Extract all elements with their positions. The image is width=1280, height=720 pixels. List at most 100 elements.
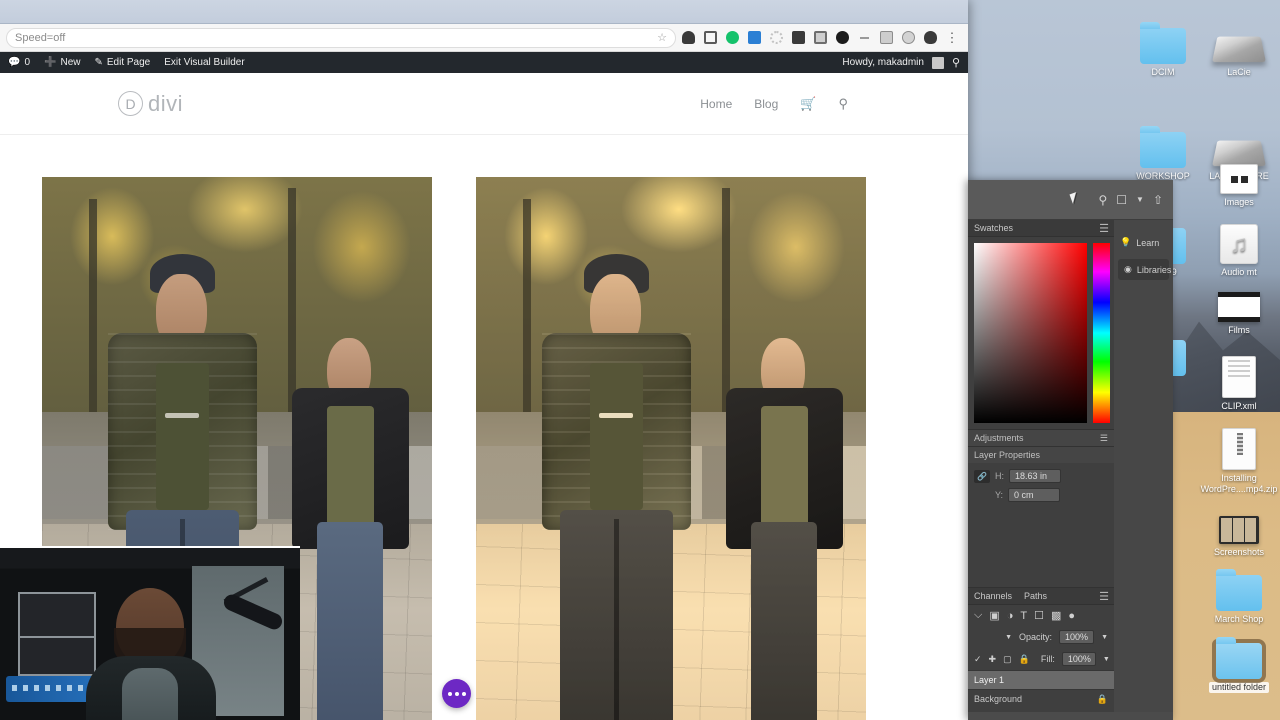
fill-row: ✓ ✚ ▢ 🔒 Fill: 100% ▼ — [968, 648, 1114, 670]
toggle-filters-icon[interactable]: ⌵ — [974, 609, 982, 622]
desktop-icon-audio[interactable]: ♫ Audio mt — [1189, 218, 1280, 278]
panel-menu-icon[interactable]: ☰ — [1100, 433, 1108, 444]
desktop-icon-films[interactable]: Films — [1189, 276, 1280, 336]
dark-circle-icon[interactable] — [832, 28, 852, 48]
lock-paint-icon[interactable]: ✚ — [989, 654, 997, 665]
desktop-icon-clip-xml[interactable]: CLIP.xml — [1189, 352, 1280, 412]
search-icon[interactable]: ⚲ — [1098, 193, 1107, 207]
grammarly-icon[interactable] — [722, 28, 742, 48]
wordpress-admin-bar: 💬 0 ➕ New ✎ Edit Page Exit Visual Builde… — [0, 52, 968, 73]
shape-icon[interactable]: ☐ — [1034, 609, 1044, 622]
pixel-icon[interactable]: ▣ — [989, 609, 999, 622]
opacity-chevron-icon[interactable]: ▼ — [1101, 634, 1108, 641]
profile-icon[interactable] — [920, 28, 940, 48]
rail-item-libraries[interactable]: ◉ Libraries — [1118, 259, 1171, 280]
screenshot-icon[interactable] — [700, 28, 720, 48]
workspace-icon[interactable]: ☐ — [1116, 193, 1127, 207]
height-input[interactable]: 18.63 in — [1009, 469, 1061, 483]
height-label: H: — [995, 471, 1004, 481]
music-icon: ♫ — [1189, 218, 1280, 264]
admin-bar-edit-page[interactable]: ✎ Edit Page — [94, 57, 150, 68]
fill-value[interactable]: 100% — [1061, 652, 1096, 666]
table-row[interactable]: Background 🔒 — [968, 689, 1114, 708]
shopping-cart-icon[interactable]: 🛒 — [800, 96, 816, 112]
desktop-icon-label: DCIM — [1151, 67, 1175, 77]
dot-icon — [454, 691, 459, 696]
tab-paths[interactable]: Paths — [1024, 591, 1047, 601]
color-picker[interactable] — [968, 237, 1114, 429]
dot-icon — [447, 691, 452, 696]
rail-item-learn[interactable]: 💡 Learn — [1114, 232, 1173, 253]
tab-channels[interactable]: Channels — [974, 591, 1012, 601]
desktop-icon-march-shop[interactable]: March Shop — [1189, 565, 1280, 625]
divi-builder-fab[interactable] — [442, 679, 471, 708]
cast-icon[interactable] — [898, 28, 918, 48]
desktop-icon-label: untitled folder — [1208, 682, 1270, 693]
admin-bar-account[interactable]: Howdy, makadmin ⚲ — [842, 56, 960, 69]
layer-filter-row: ⌵ ▣ ◑ T ☐ ▩ ● — [968, 605, 1114, 626]
layer-visibility-toggle-icon[interactable]: ● — [1068, 610, 1075, 622]
blend-mode-chevron-icon[interactable]: ▼ — [1005, 634, 1012, 641]
admin-bar-exit-visual-builder[interactable]: Exit Visual Builder — [164, 57, 244, 68]
notes-icon[interactable] — [810, 28, 830, 48]
smart-object-icon[interactable]: ▩ — [1051, 609, 1061, 622]
desktop-icon-label: Installing WordPre....mp4.zip — [1200, 473, 1278, 494]
browser-titlebar[interactable] — [0, 0, 968, 24]
opacity-label: Opacity: — [1019, 632, 1053, 642]
share-icon[interactable]: ⇧ — [1153, 193, 1163, 207]
panel-menu-icon[interactable]: ☰ — [1099, 222, 1109, 235]
layer-properties-panel: Layer Properties 🔗 H: 18.63 in Y: 0 cm — [968, 446, 1114, 513]
chevron-down-icon[interactable]: ▼ — [1136, 195, 1144, 204]
layers-panel: Channels Paths ☰ ⌵ ▣ ◑ T ☐ ▩ ● ▼ Opacity… — [968, 587, 1114, 708]
hard-drive-icon — [1189, 18, 1280, 64]
photo-edited[interactable] — [476, 177, 866, 720]
layer-name: Layer 1 — [974, 675, 1005, 685]
address-bar[interactable]: Speed=off ☆ — [6, 27, 676, 48]
libraries-icon: ◉ — [1124, 264, 1132, 274]
desktop-icon-images[interactable]: Images — [1189, 148, 1280, 208]
fill-chevron-icon[interactable]: ▼ — [1103, 656, 1110, 663]
opacity-value[interactable]: 100% — [1059, 630, 1095, 644]
lock-position-icon[interactable]: ▢ — [1003, 654, 1012, 665]
dash-icon[interactable] — [854, 28, 874, 48]
loading-spinner-icon[interactable] — [766, 28, 786, 48]
grid-icon[interactable] — [876, 28, 896, 48]
desktop-icon-label: LaCie — [1227, 67, 1251, 77]
chrome-browser-window: Speed=off ☆ ⋮ 💬 0 ➕ New ✎ Edit Page Exit… — [0, 0, 968, 720]
chrome-menu-icon[interactable]: ⋮ — [942, 28, 962, 48]
photoshop-window: ⚲ ☐ ▼ ⇧ Swatches ☰ Adjustments ☰ Layer P… — [968, 180, 1173, 720]
site-logo[interactable]: D divi — [118, 91, 183, 117]
desktop-icon-label: Screenshots — [1213, 547, 1265, 557]
photoshop-right-rail: 💡 Learn ◉ Libraries — [1114, 220, 1173, 712]
admin-bar-exit-label: Exit Visual Builder — [164, 57, 245, 68]
lock-all-icon[interactable]: 🔒 — [1019, 654, 1030, 665]
type-icon[interactable]: T — [1020, 610, 1027, 622]
admin-bar-new[interactable]: ➕ New — [44, 57, 80, 68]
desktop-icon-installing-wordpress-zip[interactable]: Installing WordPre....mp4.zip — [1189, 424, 1280, 495]
comment-bubble-icon: 💬 — [8, 57, 21, 68]
search-icon[interactable]: ⚲ — [952, 56, 960, 69]
tab-swatches[interactable]: Swatches — [974, 223, 1013, 233]
nav-blog[interactable]: Blog — [754, 97, 778, 111]
keyboard-icon[interactable] — [788, 28, 808, 48]
layer-properties-title: Layer Properties — [974, 450, 1041, 460]
y-input[interactable]: 0 cm — [1008, 488, 1061, 502]
bookmark-star-icon[interactable]: ☆ — [657, 31, 667, 44]
desktop-icon-untitled-folder[interactable]: untitled folder — [1189, 633, 1280, 693]
desktop-icon-screenshots[interactable]: Screenshots — [1189, 498, 1280, 558]
divi-logo-text: divi — [148, 90, 184, 116]
color-field[interactable] — [974, 243, 1087, 423]
pocket-icon[interactable] — [678, 28, 698, 48]
calendar-icon[interactable] — [744, 28, 764, 48]
admin-bar-comments[interactable]: 💬 0 — [8, 57, 30, 68]
lock-transparent-icon[interactable]: ✓ — [974, 654, 982, 665]
desktop-icon-lacie[interactable]: LaCie — [1189, 18, 1280, 78]
nav-home[interactable]: Home — [700, 97, 732, 111]
hue-slider[interactable] — [1093, 243, 1110, 423]
search-icon[interactable]: ⚲ — [838, 96, 848, 112]
link-icon[interactable]: 🔗 — [974, 469, 990, 483]
layer-name: Background — [974, 694, 1023, 704]
table-row[interactable]: Layer 1 — [968, 670, 1114, 689]
adjustment-icon[interactable]: ◑ — [1007, 610, 1014, 622]
panel-menu-icon[interactable]: ☰ — [1099, 590, 1109, 603]
